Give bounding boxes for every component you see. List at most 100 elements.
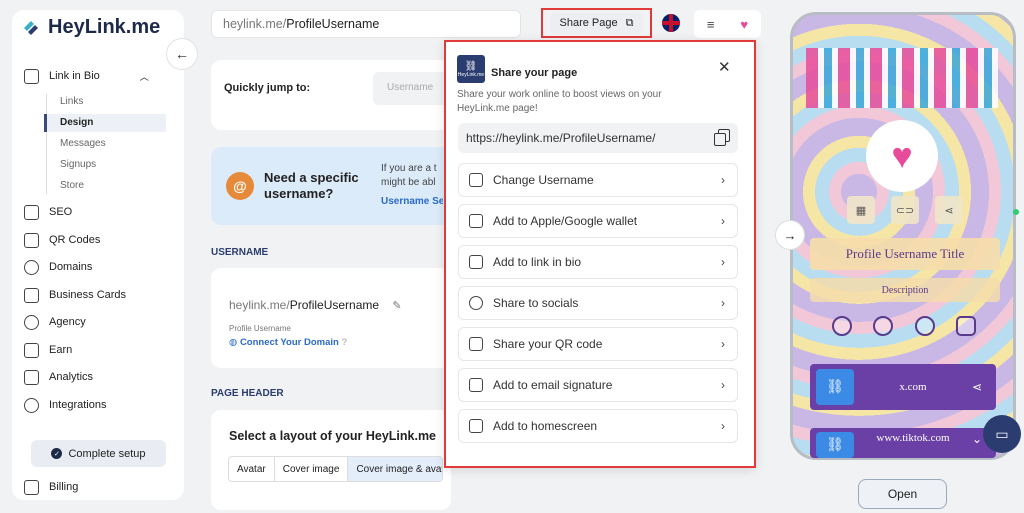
sidebar-item-domains[interactable]: Domains bbox=[24, 257, 92, 277]
preview-action-icons: ▦ ⊂⊃ ⋖ bbox=[847, 196, 963, 224]
arrow-left-icon: ← bbox=[175, 46, 189, 62]
next-arrow-button[interactable]: → bbox=[775, 220, 805, 250]
sidebar-item-analytics[interactable]: Analytics bbox=[24, 367, 93, 387]
link-in-bio-icon bbox=[24, 68, 39, 84]
sidebar-item-earn[interactable]: Earn bbox=[24, 340, 72, 360]
users-icon bbox=[24, 314, 39, 330]
layout-title: Select a layout of your HeyLink.me bbox=[229, 429, 437, 443]
layout-options: Avatar Cover image Cover image & avatar bbox=[228, 456, 443, 482]
complete-setup-button[interactable]: ✓ Complete setup bbox=[31, 440, 166, 467]
qr-code-icon bbox=[24, 232, 39, 248]
connect-domain-link[interactable]: ◍ Connect Your Domain ? bbox=[229, 337, 347, 348]
help-icon[interactable]: ? bbox=[341, 337, 347, 348]
external-link-icon: ⧉ bbox=[625, 16, 634, 29]
username-display: heylink.me/ProfileUsername ✎ bbox=[229, 298, 402, 312]
arrow-up-right-icon bbox=[469, 255, 483, 269]
option-share-qr[interactable]: Share your QR code › bbox=[458, 327, 738, 361]
sidebar-item-link-in-bio[interactable]: Link in Bio ︿ bbox=[24, 66, 149, 86]
sidebar-sub-store[interactable]: Store bbox=[60, 177, 84, 195]
share-url-field[interactable]: https://heylink.me/ProfileUsername/ bbox=[458, 123, 738, 153]
business-card-icon bbox=[24, 287, 39, 303]
jump-label: Quickly jump to: bbox=[224, 82, 311, 94]
tiktok-icon[interactable] bbox=[914, 316, 935, 336]
language-flag-icon[interactable] bbox=[662, 14, 680, 32]
layout-option-cover[interactable]: Cover image bbox=[275, 457, 349, 481]
share-icon[interactable]: ⋖ bbox=[935, 196, 963, 224]
sidebar-item-seo[interactable]: SEO bbox=[24, 202, 72, 222]
popup-description: Share your work online to boost views on… bbox=[457, 89, 662, 114]
collapse-sidebar-button[interactable]: ← bbox=[166, 38, 198, 70]
instagram-icon[interactable] bbox=[955, 316, 976, 336]
layout-option-avatar[interactable]: Avatar bbox=[229, 457, 275, 481]
chevron-right-icon: › bbox=[721, 337, 725, 351]
share-icon[interactable]: ⋖ bbox=[972, 380, 996, 395]
menu-icon[interactable]: ≡ bbox=[707, 17, 715, 32]
chevron-up-icon: ︿ bbox=[139, 71, 149, 82]
sidebar-item-billing[interactable]: Billing bbox=[24, 477, 78, 497]
section-page-header: PAGE HEADER bbox=[211, 388, 284, 399]
close-icon[interactable]: ✕ bbox=[718, 58, 731, 76]
share-page-highlight: Share Page ⧉ bbox=[541, 8, 652, 38]
page-url-bar[interactable]: heylink.me/ProfileUsername bbox=[211, 10, 521, 38]
chevron-right-icon: › bbox=[721, 173, 725, 187]
layout-option-cover-avatar[interactable]: Cover image & avatar bbox=[348, 457, 442, 481]
chevron-right-icon: › bbox=[721, 214, 725, 228]
option-add-link-in-bio[interactable]: Add to link in bio › bbox=[458, 245, 738, 279]
username-service-link[interactable]: Username Se bbox=[381, 196, 443, 207]
link-logo-icon bbox=[20, 17, 42, 39]
at-icon: @ bbox=[226, 172, 254, 200]
option-add-wallet[interactable]: Add to Apple/Google wallet › bbox=[458, 204, 738, 238]
seo-icon bbox=[24, 204, 39, 220]
option-add-homescreen[interactable]: Add to homescreen › bbox=[458, 409, 738, 443]
open-preview-button[interactable]: Open bbox=[858, 479, 947, 509]
option-change-username[interactable]: Change Username › bbox=[458, 163, 738, 197]
sidebar-item-business-cards[interactable]: Business Cards bbox=[24, 285, 126, 305]
qr-code-icon[interactable]: ▦ bbox=[847, 196, 875, 224]
sidebar-sub-signups[interactable]: Signups bbox=[60, 156, 96, 174]
profile-avatar: ♥ bbox=[866, 120, 938, 192]
need-username-text: If you are a t might be abl bbox=[381, 163, 437, 188]
username-field-label: Profile Username bbox=[229, 324, 291, 333]
option-share-socials[interactable]: Share to socials › bbox=[458, 286, 738, 320]
sidebar-sub-design[interactable]: Design bbox=[44, 114, 166, 132]
pinterest-icon[interactable] bbox=[873, 316, 894, 336]
qr-scan-icon bbox=[469, 337, 483, 351]
laptop-icon bbox=[469, 419, 483, 433]
popup-title: Share your page bbox=[491, 67, 578, 79]
viber-icon[interactable] bbox=[832, 316, 852, 336]
sidebar-item-agency[interactable]: Agency bbox=[24, 312, 86, 332]
copy-icon[interactable] bbox=[714, 129, 730, 146]
globe-icon: ◍ bbox=[229, 337, 238, 348]
preview-link-x[interactable]: ⛓ x.com ⋖ bbox=[810, 364, 996, 410]
globe-icon bbox=[24, 259, 39, 275]
cover-pattern bbox=[806, 48, 998, 108]
chevron-right-icon: › bbox=[721, 296, 725, 310]
billing-icon bbox=[24, 479, 39, 495]
heylink-logo[interactable]: HeyLink.me bbox=[20, 16, 160, 39]
heart-logo-icon: ♥ bbox=[891, 135, 913, 176]
heylink-badge-logo: ⛓ HeyLink.me bbox=[457, 55, 485, 83]
top-icon-group: ≡ ♥ bbox=[694, 10, 761, 38]
link-logo-icon: ⛓ bbox=[816, 369, 854, 405]
wallet-icon bbox=[469, 214, 483, 228]
sidebar-item-integrations[interactable]: Integrations bbox=[24, 395, 106, 415]
jump-username-input[interactable]: Username bbox=[373, 72, 453, 105]
sidebar-sub-messages[interactable]: Messages bbox=[60, 135, 106, 153]
people-icon bbox=[469, 296, 483, 310]
share-page-button[interactable]: Share Page ⧉ bbox=[549, 12, 644, 34]
chat-icon[interactable]: ▭ bbox=[983, 415, 1021, 453]
chevron-right-icon: › bbox=[721, 255, 725, 269]
section-username: USERNAME bbox=[211, 247, 269, 258]
link-icon[interactable]: ⊂⊃ bbox=[891, 196, 919, 224]
username-card bbox=[211, 268, 451, 368]
preview-profile-title: Profile Username Title bbox=[810, 238, 1000, 270]
sidebar-sub-links[interactable]: Links bbox=[60, 93, 83, 111]
integrations-icon bbox=[24, 397, 39, 413]
check-icon: ✓ bbox=[51, 448, 63, 459]
status-dot bbox=[1013, 209, 1019, 215]
preview-link-tiktok[interactable]: ⛓ www.tiktok.com ⌄ bbox=[810, 428, 996, 458]
option-email-signature[interactable]: Add to email signature › bbox=[458, 368, 738, 402]
heart-logo-icon[interactable]: ♥ bbox=[740, 17, 748, 32]
edit-pencil-icon[interactable]: ✎ bbox=[392, 300, 401, 312]
sidebar-item-qr-codes[interactable]: QR Codes bbox=[24, 230, 100, 250]
